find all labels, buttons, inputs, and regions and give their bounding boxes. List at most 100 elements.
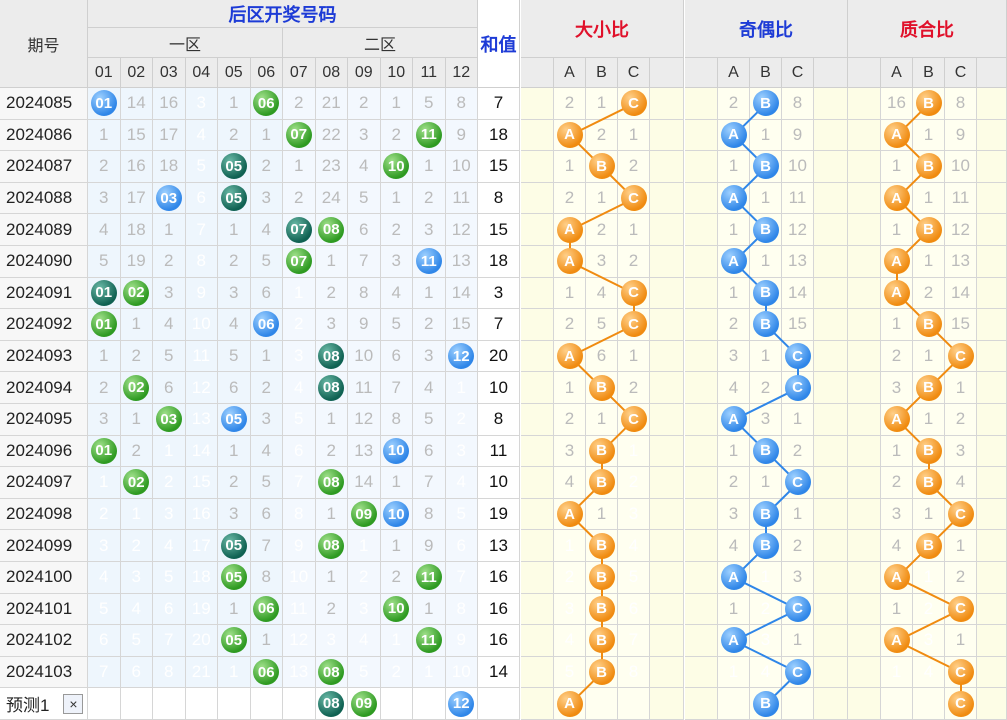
- size-pad-right: [650, 151, 684, 183]
- period-header: 期号: [0, 0, 88, 88]
- number-cell: 2: [380, 562, 413, 594]
- size-ratio-ball: C: [620, 185, 647, 212]
- parity-prediction-cell[interactable]: [782, 688, 814, 720]
- size-ratio-cell: B: [586, 625, 618, 657]
- size-ratio-ball: B: [588, 469, 615, 496]
- prediction-number-cell[interactable]: [120, 688, 153, 720]
- prime-ratio-cell: A: [881, 182, 913, 215]
- prime-ratio-cell: 4: [881, 530, 913, 562]
- sum-cell: 13: [478, 530, 520, 562]
- number-cell: 11: [413, 246, 446, 278]
- parity-ratio-cell: 2: [782, 530, 814, 562]
- number-cell: 12: [445, 214, 478, 246]
- size-ratio-ball: B: [588, 659, 615, 686]
- parity-pad-right: [814, 182, 848, 215]
- parity-pred-pad-right: [814, 688, 848, 720]
- parity-ratio-cell: 8: [782, 88, 814, 120]
- number-cell: 07: [283, 246, 316, 278]
- number-cell: 7: [283, 467, 316, 499]
- drawn-number-ball: 05: [220, 564, 247, 591]
- prime-ratio-ball: B: [915, 469, 942, 496]
- number-cell: 11: [445, 182, 478, 215]
- prime-ratio-cell: 1: [881, 151, 913, 183]
- parity-prediction-cell[interactable]: [718, 688, 750, 720]
- number-cell: 07: [283, 119, 316, 152]
- parity-col-header: A: [718, 58, 750, 88]
- prime-prediction-cell[interactable]: [881, 688, 913, 720]
- parity-ratio-cell: 1: [750, 340, 782, 373]
- parity-ratio-cell: 1: [782, 498, 814, 531]
- size-prediction-cell[interactable]: A: [554, 688, 586, 720]
- size-prediction-cell[interactable]: [586, 688, 618, 720]
- parity-pad-right: [814, 530, 848, 562]
- number-cell: 5: [380, 309, 413, 341]
- prediction-number-cell[interactable]: [153, 688, 186, 720]
- prediction-ball[interactable]: 12: [448, 690, 475, 717]
- prediction-number-cell[interactable]: [283, 688, 316, 720]
- number-cell: 3: [185, 88, 218, 120]
- number-cell: 12: [283, 625, 316, 657]
- size-pad-right: [650, 309, 684, 341]
- number-cell: 1: [120, 498, 153, 531]
- prime-pad-left: [848, 656, 881, 689]
- size-ratio-cell: 2: [618, 372, 650, 404]
- number-cell: 08: [315, 372, 348, 404]
- number-cell: 1: [445, 372, 478, 404]
- prime-prediction-cell[interactable]: [913, 688, 945, 720]
- size-col-header: A: [554, 58, 586, 88]
- size-ratio-cell: B: [586, 530, 618, 562]
- sum-cell: 18: [478, 119, 520, 152]
- sum-cell: 15: [478, 151, 520, 183]
- size-pad-left: [521, 625, 554, 657]
- drawn-number-ball: 06: [253, 311, 280, 338]
- parity-ratio-cell: B: [750, 88, 782, 120]
- prime-col-header: C: [945, 58, 977, 88]
- size-ratio-cell: A: [554, 119, 586, 152]
- number-cell: 01: [88, 88, 121, 120]
- prediction-number-cell[interactable]: 08: [315, 688, 348, 720]
- sum-cell: 7: [478, 88, 520, 120]
- size-ratio-cell: 4: [618, 530, 650, 562]
- prediction-number-cell[interactable]: 09: [348, 688, 381, 720]
- number-column-header: 08: [315, 58, 348, 88]
- prediction-number-cell[interactable]: [185, 688, 218, 720]
- parity-prediction-cell[interactable]: B: [750, 688, 782, 720]
- prediction-number-cell[interactable]: [218, 688, 251, 720]
- parity-ratio-cell: 11: [782, 182, 814, 215]
- prediction-ball[interactable]: 08: [318, 690, 345, 717]
- prediction-number-cell[interactable]: [413, 688, 446, 720]
- prime-ratio-ball: B: [915, 311, 942, 338]
- size-ratio-cell: 2: [618, 467, 650, 499]
- size-prediction-cell[interactable]: [618, 688, 650, 720]
- close-prediction-icon[interactable]: ×: [63, 693, 84, 714]
- size-pred-pad-left: [521, 688, 554, 720]
- number-cell: 2: [348, 88, 381, 120]
- prediction-ball[interactable]: 09: [350, 690, 377, 717]
- number-cell: 10: [380, 435, 413, 468]
- prime-ratio-cell: A: [881, 119, 913, 152]
- parity-prediction-ball[interactable]: B: [752, 690, 779, 717]
- size-ratio-ball: B: [588, 532, 615, 559]
- parity-pad-left: [685, 151, 718, 183]
- number-cell: 5: [250, 246, 283, 278]
- prediction-number-cell[interactable]: 12: [445, 688, 478, 720]
- parity-ratio-ball: C: [784, 659, 811, 686]
- parity-ratio-ball: A: [720, 121, 747, 148]
- parity-pad-left: [685, 467, 718, 499]
- number-cell: 21: [315, 88, 348, 120]
- number-cell: 2: [380, 119, 413, 152]
- prime-prediction-cell[interactable]: C: [945, 688, 977, 720]
- prime-prediction-ball[interactable]: C: [947, 690, 974, 717]
- size-prediction-ball[interactable]: A: [556, 690, 583, 717]
- prediction-number-cell[interactable]: [250, 688, 283, 720]
- drawn-number-ball: 05: [220, 532, 247, 559]
- prime-pad-left: [848, 309, 881, 341]
- number-cell: 1: [250, 340, 283, 373]
- number-cell: 9: [283, 530, 316, 562]
- size-ratio-cell: 6: [586, 340, 618, 373]
- prediction-number-cell[interactable]: [380, 688, 413, 720]
- parity-ratio-cell: 1: [750, 562, 782, 594]
- size-ratio-cell: 1: [554, 372, 586, 404]
- prediction-number-cell[interactable]: [88, 688, 121, 720]
- number-cell: 1: [380, 467, 413, 499]
